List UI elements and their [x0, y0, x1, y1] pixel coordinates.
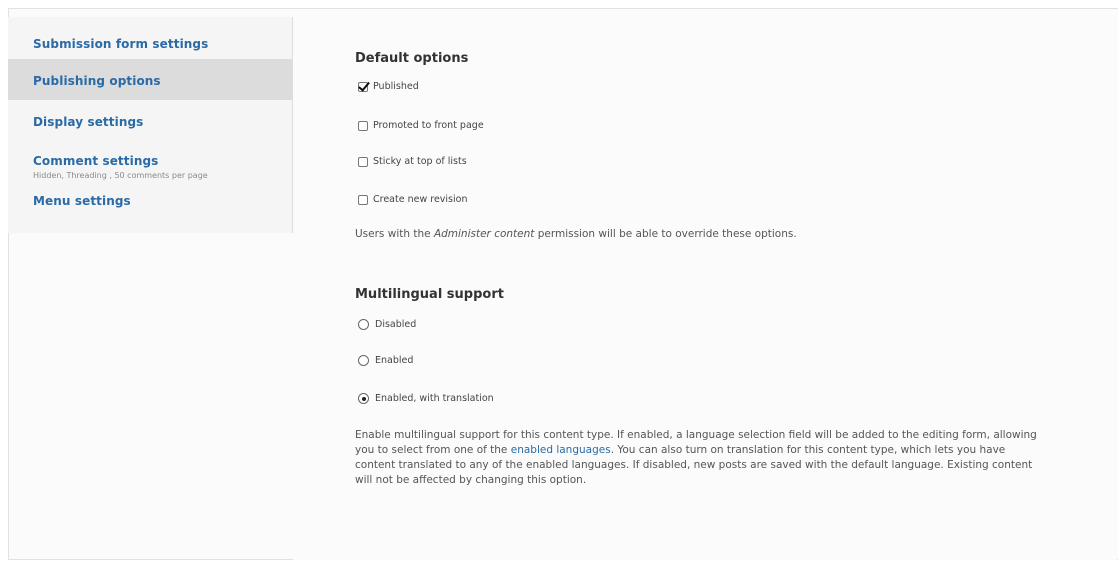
tab-label: Display settings — [33, 115, 144, 129]
tab-pane-publishing-options: Default options Published Promoted to fr… — [293, 17, 1117, 560]
published-checkbox[interactable]: Published — [358, 81, 419, 92]
description-emphasis: Administer content — [433, 228, 535, 240]
tab-label: Submission form settings — [33, 37, 209, 51]
checkbox-box[interactable] — [358, 194, 368, 205]
multilingual-support-title: Multilingual support — [355, 287, 504, 302]
tab-label: Publishing options — [33, 74, 161, 88]
create-revision-checkbox[interactable]: Create new revision — [358, 194, 467, 205]
checkbox-box[interactable] — [358, 81, 368, 92]
radio-button[interactable] — [358, 355, 369, 366]
tab-display-settings[interactable]: Display settings — [8, 100, 292, 138]
checkbox-label: Sticky at top of lists — [373, 156, 467, 167]
radio-button[interactable] — [358, 319, 369, 330]
promoted-checkbox[interactable]: Promoted to front page — [358, 120, 484, 131]
checkbox-label: Create new revision — [373, 194, 468, 205]
radio-label: Enabled, with translation — [375, 393, 494, 404]
radio-label: Disabled — [375, 319, 417, 330]
tab-comment-settings[interactable]: Comment settings Hidden, Threading , 50 … — [8, 138, 292, 190]
radio-label: Enabled — [375, 355, 414, 366]
checkbox-label: Published — [373, 81, 419, 92]
tab-publishing-options[interactable]: Publishing options — [8, 59, 292, 100]
multilingual-translation-radio[interactable]: Enabled, with translation — [358, 393, 494, 404]
checkbox-box[interactable] — [358, 120, 368, 131]
tab-label: Menu settings — [33, 194, 131, 208]
multilingual-enabled-radio[interactable]: Enabled — [358, 355, 413, 366]
tab-summary: Hidden, Threading , 50 comments per page — [33, 171, 208, 180]
description-text: Users with the — [355, 228, 434, 240]
description-text: permission will be able to override thes… — [534, 228, 797, 240]
tab-menu-settings[interactable]: Menu settings — [8, 190, 292, 230]
tab-label: Comment settings — [33, 154, 159, 168]
checkbox-box[interactable] — [358, 156, 368, 167]
default-options-title: Default options — [355, 51, 469, 66]
multilingual-description: Enable multilingual support for this con… — [355, 428, 1045, 488]
vertical-tabs-menu: Submission form settings Publishing opti… — [8, 17, 293, 233]
enabled-languages-link[interactable]: enabled languages — [511, 444, 611, 456]
checkbox-label: Promoted to front page — [373, 120, 484, 131]
multilingual-disabled-radio[interactable]: Disabled — [358, 319, 416, 330]
tab-submission-form-settings[interactable]: Submission form settings — [8, 17, 292, 59]
sticky-checkbox[interactable]: Sticky at top of lists — [358, 156, 467, 167]
radio-button[interactable] — [358, 393, 369, 404]
default-options-description: Users with the Administer content permis… — [355, 227, 797, 242]
